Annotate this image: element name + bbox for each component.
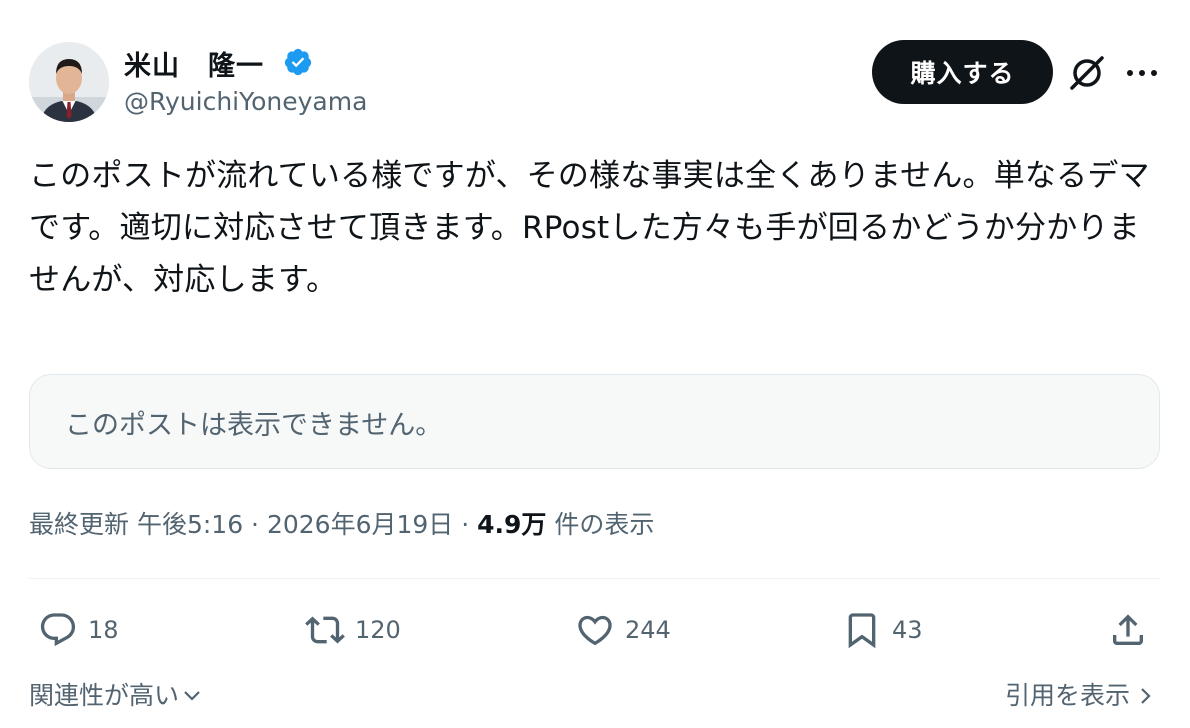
post-time[interactable]: 午後5:16: [137, 510, 243, 539]
bookmark-icon: [848, 613, 876, 649]
post-date[interactable]: 2026年6月19日: [267, 510, 453, 539]
author-handle[interactable]: @RyuichiYoneyama: [124, 87, 367, 116]
bookmark-button[interactable]: 43: [842, 609, 923, 651]
chevron-down-icon: [184, 691, 200, 701]
reply-icon: [40, 613, 76, 647]
sort-dropdown[interactable]: 関連性が高い: [29, 676, 203, 712]
like-button[interactable]: 244: [575, 609, 671, 651]
sort-label: 関連性が高い: [29, 681, 180, 710]
share-icon: [1113, 614, 1143, 645]
reply-count: 18: [88, 616, 119, 644]
meta-separator: ·: [453, 510, 478, 539]
post-detail: 米山 隆一 @RyuichiYoneyama 購入する このポストが流れている様…: [0, 0, 1190, 728]
buy-button[interactable]: 購入する: [872, 40, 1053, 104]
display-name[interactable]: 米山 隆一: [124, 44, 264, 83]
meta-prefix: 最終更新: [29, 510, 130, 539]
like-count: 244: [625, 616, 671, 644]
more-icon[interactable]: [1124, 60, 1160, 86]
repost-count: 120: [355, 616, 401, 644]
views-label: 件の表示: [554, 510, 655, 539]
heart-icon: [578, 615, 612, 646]
grok-icon[interactable]: [1066, 52, 1108, 94]
repost-button[interactable]: 120: [305, 609, 401, 651]
repost-icon: [305, 616, 345, 644]
divider: [29, 578, 1160, 579]
meta-separator: ·: [243, 510, 267, 539]
avatar[interactable]: [29, 42, 109, 122]
bookmark-count: 43: [892, 616, 923, 644]
view-quotes-link[interactable]: 引用を表示: [1005, 676, 1156, 712]
avatar-photo: [29, 42, 109, 122]
unavailable-quote-box: このポストは表示できません。: [29, 374, 1160, 469]
unavailable-quote-text: このポストは表示できません。: [65, 410, 443, 441]
quotes-label: 引用を表示: [1004, 681, 1130, 710]
share-button[interactable]: [1108, 609, 1148, 651]
reply-button[interactable]: 18: [38, 609, 119, 651]
verified-badge-icon[interactable]: [283, 47, 313, 77]
chevron-right-icon: [1141, 688, 1151, 704]
post-meta: 最終更新 午後5:16 · 2026年6月19日 · 4.9万 件の表示: [29, 505, 654, 541]
post-text: このポストが流れている様ですが、その様な事実は全くありません。単なるデマです。適…: [29, 158, 1150, 298]
views-count: 4.9万: [477, 510, 547, 539]
